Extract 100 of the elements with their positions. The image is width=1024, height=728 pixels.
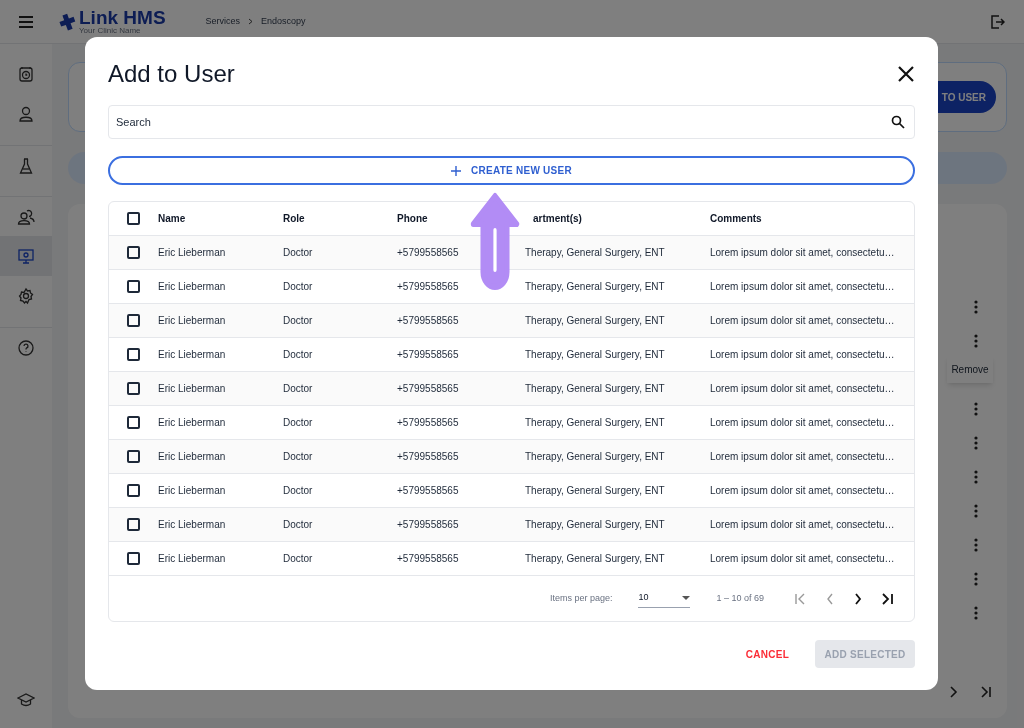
column-header: artment(s) (533, 213, 582, 224)
checkbox[interactable] (127, 416, 140, 429)
more-icon[interactable] (974, 402, 978, 416)
table-cell: Doctor (283, 451, 313, 462)
close-icon[interactable] (897, 65, 915, 83)
table-cell: Therapy, General Surgery, ENT (525, 417, 665, 428)
table-cell: Therapy, General Surgery, ENT (525, 281, 665, 292)
last-page-icon[interactable] (882, 592, 894, 605)
table-cell: Lorem ipsum dolor sit amet, consectetu… (710, 383, 895, 394)
table-cell: Lorem ipsum dolor sit amet, consectetu… (710, 553, 895, 564)
table-cell: +5799558565 (397, 553, 459, 564)
table-cell: Lorem ipsum dolor sit amet, consectetu… (710, 247, 895, 258)
table-cell: Therapy, General Surgery, ENT (525, 485, 665, 496)
page-size-select[interactable]: 10 (638, 589, 691, 608)
breadcrumb-link[interactable]: Services (205, 14, 241, 29)
table-cell: Doctor (283, 349, 313, 360)
flask-icon[interactable] (17, 156, 35, 175)
help-icon[interactable] (17, 338, 35, 357)
table-cell: Eric Lieberman (158, 553, 226, 564)
column-header: Comments (710, 213, 762, 224)
breadcrumb-link[interactable]: Endoscopy (261, 14, 306, 29)
more-icon[interactable] (974, 572, 978, 586)
table-cell: +5799558565 (397, 519, 459, 530)
table-cell: Lorem ipsum dolor sit amet, consectetu… (710, 349, 895, 360)
table-cell: Eric Lieberman (158, 247, 226, 258)
logo-text: Link HMS (79, 8, 166, 27)
table-cell: Doctor (283, 485, 313, 496)
checkbox[interactable] (127, 382, 140, 395)
items-per-page-label: Items per page: (549, 591, 613, 605)
table-cell: Therapy, General Surgery, ENT (525, 451, 665, 462)
table-cell: Lorem ipsum dolor sit amet, consectetu… (710, 315, 895, 326)
table-cell: Lorem ipsum dolor sit amet, consectetu… (710, 417, 895, 428)
checkbox[interactable] (127, 518, 140, 531)
dropdown-caret-icon (682, 596, 691, 600)
table-cell: Eric Lieberman (158, 417, 226, 428)
checkbox[interactable] (127, 212, 140, 225)
checkbox[interactable] (127, 450, 140, 463)
search-field[interactable]: Search (108, 105, 915, 139)
people-icon[interactable] (17, 207, 35, 226)
more-icon[interactable] (974, 538, 978, 552)
more-icon[interactable] (974, 334, 978, 348)
settings-icon[interactable] (17, 287, 35, 305)
table-cell: Therapy, General Surgery, ENT (525, 553, 665, 564)
table-cell: Doctor (283, 281, 313, 292)
table-cell: Doctor (283, 417, 313, 428)
checkbox[interactable] (127, 552, 140, 565)
more-icon[interactable] (974, 606, 978, 620)
more-icon[interactable] (974, 470, 978, 484)
table-cell: Lorem ipsum dolor sit amet, consectetu… (710, 451, 895, 462)
person-icon[interactable] (17, 105, 35, 123)
table-cell: Therapy, General Surgery, ENT (525, 315, 665, 326)
table-cell: Therapy, General Surgery, ENT (525, 383, 665, 394)
chevron-icon (248, 18, 254, 25)
search-icon[interactable] (891, 115, 905, 129)
table-cell: Doctor (283, 553, 313, 564)
checkbox[interactable] (127, 314, 140, 327)
next-page-icon[interactable] (854, 592, 862, 605)
graduation-cap-icon[interactable] (17, 691, 35, 709)
page-range: 1 – 10 of 69 (716, 591, 764, 605)
column-header: Phone (397, 213, 428, 224)
dialog-title: Add to User (108, 59, 235, 89)
table-cell: Eric Lieberman (158, 485, 226, 496)
table-cell: +5799558565 (397, 281, 459, 292)
checkbox[interactable] (127, 280, 140, 293)
table-cell: Lorem ipsum dolor sit amet, consectetu… (710, 519, 895, 530)
table-cell: Therapy, General Surgery, ENT (525, 349, 665, 360)
menu-item[interactable]: Remove (951, 361, 989, 377)
monitor-icon[interactable] (17, 247, 35, 265)
calendar-clock-icon[interactable] (17, 65, 35, 83)
table-cell: Doctor (283, 315, 313, 326)
table-cell: Doctor (283, 247, 313, 258)
more-icon[interactable] (974, 300, 978, 314)
menu-icon[interactable] (18, 15, 34, 28)
table-cell: Eric Lieberman (158, 315, 226, 326)
logo-icon (59, 12, 77, 31)
table-cell: Eric Lieberman (158, 451, 226, 462)
column-header: Role (283, 213, 305, 224)
table-cell: Therapy, General Surgery, ENT (525, 519, 665, 530)
logout-icon[interactable] (991, 14, 1005, 29)
more-icon[interactable] (974, 436, 978, 450)
first-page-icon[interactable] (794, 592, 806, 605)
table-cell: Eric Lieberman (158, 519, 226, 530)
table-cell: Eric Lieberman (158, 281, 226, 292)
table-cell: Therapy, General Surgery, ENT (525, 247, 665, 258)
create-user-button[interactable]: CREATE NEW USER (108, 156, 915, 185)
checkbox[interactable] (127, 348, 140, 361)
table-cell: Lorem ipsum dolor sit amet, consectetu… (710, 281, 895, 292)
table-cell: +5799558565 (397, 451, 459, 462)
previous-page-icon[interactable] (826, 592, 834, 605)
more-icon[interactable] (974, 504, 978, 518)
checkbox[interactable] (127, 484, 140, 497)
cancel-button[interactable]: CANCEL (735, 640, 799, 668)
table-cell: Eric Lieberman (158, 349, 226, 360)
table-cell: +5799558565 (397, 383, 459, 394)
plus-icon (451, 165, 462, 176)
table-cell: +5799558565 (397, 315, 459, 326)
table-cell: Lorem ipsum dolor sit amet, consectetu… (710, 485, 895, 496)
checkbox[interactable] (127, 246, 140, 259)
table-cell: +5799558565 (397, 247, 459, 258)
table-cell: Eric Lieberman (158, 383, 226, 394)
